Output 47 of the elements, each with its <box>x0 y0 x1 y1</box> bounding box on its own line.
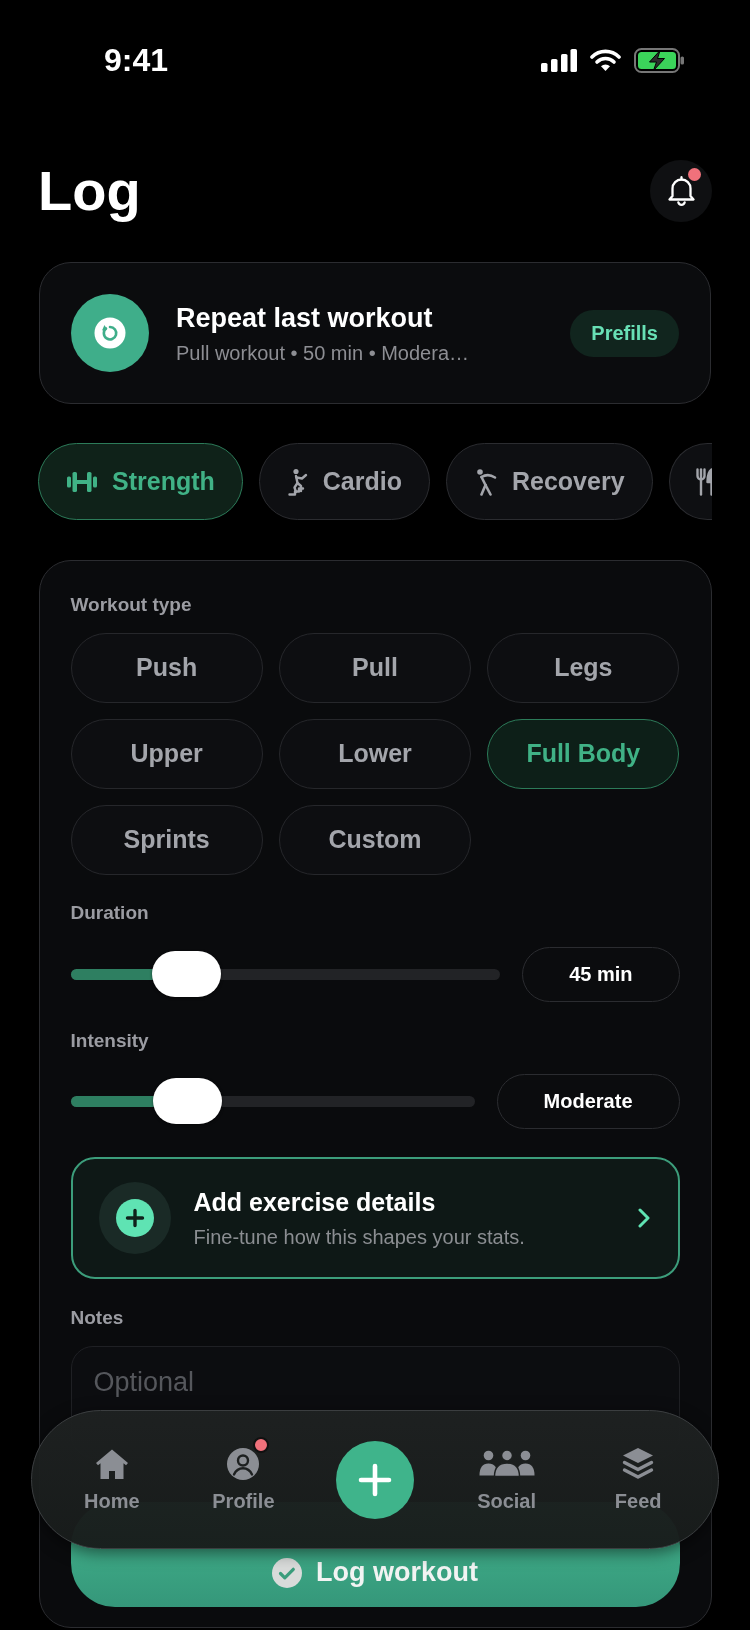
workout-type-option[interactable]: Full Body <box>487 718 680 789</box>
slider[interactable] <box>70 1078 475 1124</box>
workout-type-option[interactable]: Legs <box>487 632 680 703</box>
home-icon <box>94 1447 129 1480</box>
slider-thumb[interactable] <box>152 951 221 997</box>
bell-icon <box>667 176 695 206</box>
card-subtitle: Fine-tune how this shapes your stats. <box>193 1224 526 1249</box>
signal-icon <box>541 48 577 72</box>
category-chip[interactable]: Cardio <box>258 443 430 520</box>
layers-icon <box>622 1446 655 1481</box>
refresh-icon <box>71 294 149 372</box>
plus-icon <box>98 1181 171 1254</box>
status-time: 9:41 <box>104 41 169 80</box>
workout-type-option[interactable]: Custom <box>278 804 472 875</box>
workout-type-option[interactable]: Push <box>70 632 263 703</box>
section-label: Intensity <box>70 1028 150 1053</box>
dumbbell-icon <box>67 471 97 492</box>
add-details-card[interactable]: Add exercise details Fine-tune how this shapes your stats. <box>70 1156 680 1279</box>
workout-type-option[interactable]: Pull <box>278 632 472 703</box>
plus-icon <box>358 1462 392 1497</box>
slider-value: Moderate <box>496 1073 680 1129</box>
person-circle-icon <box>227 1447 260 1480</box>
workout-type-option[interactable]: Upper <box>70 718 263 789</box>
people-icon <box>478 1450 535 1477</box>
card-title: Repeat last workout <box>176 301 434 334</box>
slider-thumb[interactable] <box>153 1078 223 1124</box>
stretching-person-icon <box>474 467 497 496</box>
page-title: Log <box>38 160 141 222</box>
check-circle-icon <box>272 1557 302 1588</box>
repeat-workout-card[interactable]: Repeat last workout Pull workout • 50 min • Modera… Prefills <box>39 262 711 404</box>
section-label: Notes <box>70 1305 125 1330</box>
stair-climber-icon <box>287 467 308 496</box>
category-chip[interactable]: Strength <box>38 443 243 520</box>
slider[interactable] <box>70 951 501 997</box>
card-subtitle: Pull workout • 50 min • Modera… <box>176 340 470 365</box>
fork-knife-icon <box>695 467 712 496</box>
workout-type-option[interactable]: Lower <box>278 718 472 789</box>
section-label: Duration <box>70 900 150 925</box>
category-chip[interactable]: Recovery <box>445 443 653 520</box>
prefills-button[interactable]: Prefills <box>570 309 679 357</box>
card-title: Add exercise details <box>193 1186 437 1217</box>
wifi-icon <box>590 49 621 71</box>
slider-value: 45 min <box>522 946 680 1002</box>
battery-icon <box>634 47 684 73</box>
workout-type-option[interactable]: Sprints <box>70 804 263 875</box>
chevron-right-icon <box>637 1207 650 1228</box>
section-label: Workout type <box>70 592 193 617</box>
